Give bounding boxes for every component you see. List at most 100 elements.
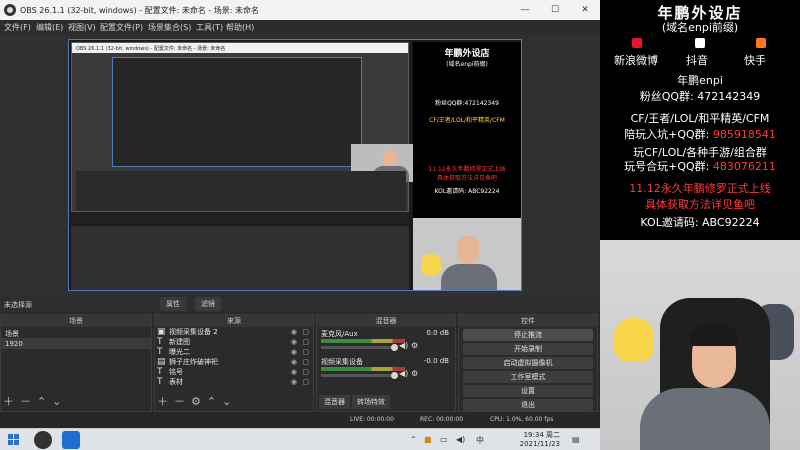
webcam-feed	[600, 240, 800, 450]
lock-icon[interactable]: ▢	[302, 347, 309, 357]
eye-icon[interactable]: ◉	[291, 327, 297, 337]
move-up-icon[interactable]: ⌃	[37, 395, 46, 408]
close-button[interactable]: ✕	[570, 0, 600, 20]
browser-icon[interactable]	[62, 431, 80, 449]
network-icon[interactable]: ▭	[440, 435, 448, 444]
source-item[interactable]: T 表材 ◉ ▢	[155, 377, 313, 387]
window-title: OBS 26.1.1 (32-bit, windows) - 配置文件: 未命名…	[20, 6, 260, 15]
menu-scene-collection[interactable]: 场景集合(S)	[148, 22, 191, 33]
title-bar[interactable]: OBS 26.1.1 (32-bit, windows) - 配置文件: 未命名…	[0, 0, 600, 20]
eye-icon[interactable]: ◉	[291, 337, 297, 347]
tray-arrow-icon[interactable]: ⌃	[410, 435, 417, 444]
lock-icon[interactable]: ▢	[302, 377, 309, 387]
menu-file[interactable]: 文件(F)	[4, 22, 31, 33]
channel-db: 0.0 dB	[426, 329, 449, 337]
controls-dock: 控件 停止推流 开始录制 启动虚拟摄像机 工作室模式 设置 退出	[458, 314, 598, 412]
clock-time: 19:34 周二	[523, 431, 560, 439]
stream-overlay-panel: 年鹏外设店 (域名enpi前缀) 新浪微博 抖音 快手 年鹏enpi 粉丝QQ群…	[600, 0, 800, 240]
scene-item-selected[interactable]: 1920	[1, 338, 151, 349]
speaker-icon[interactable]: ◀)	[399, 369, 408, 378]
platform-kuaishou: 快手	[744, 54, 766, 67]
preview-line5: 11.12永久年鹏修罗正式上线	[428, 166, 506, 173]
clock-date: 2021/11/23	[519, 440, 560, 448]
virtual-camera-button[interactable]: 启动虚拟摄像机	[463, 357, 593, 369]
text-icon: T	[157, 377, 163, 387]
eye-icon[interactable]: ◉	[291, 347, 297, 357]
exit-button[interactable]: 退出	[463, 399, 593, 411]
streamer-name: 年鹏enpi	[677, 74, 723, 87]
minimize-button[interactable]: —	[510, 0, 540, 20]
obs-window: OBS 26.1.1 (32-bit, windows) - 配置文件: 未命名…	[0, 0, 600, 428]
preview-pikachu	[421, 254, 441, 276]
person-hair	[690, 324, 738, 346]
add-source-icon[interactable]: ＋	[157, 395, 168, 408]
image-icon: ▤	[157, 357, 166, 367]
taskbar: ⌃ ■ ▭ ◀) 中 19:34 周二 2021/11/23 ▤	[0, 428, 600, 450]
settings-button[interactable]: 设置	[463, 385, 593, 397]
kuaishou-icon	[756, 38, 766, 48]
move-down-icon[interactable]: ⌄	[222, 395, 231, 408]
remove-source-icon[interactable]: －	[174, 395, 185, 408]
maximize-button[interactable]: ☐	[540, 0, 570, 20]
lock-icon[interactable]: ▢	[302, 367, 309, 377]
obs-icon[interactable]	[34, 431, 52, 449]
menu-tools[interactable]: 工具(T)	[196, 22, 223, 33]
move-up-icon[interactable]: ⌃	[207, 395, 216, 408]
add-scene-icon[interactable]: ＋	[3, 395, 14, 408]
studio-mode-button[interactable]: 工作室模式	[463, 371, 593, 383]
tab-transitions[interactable]: 转场特效	[352, 395, 390, 409]
remove-scene-icon[interactable]: －	[20, 395, 31, 408]
move-down-icon[interactable]: ⌄	[52, 395, 61, 408]
volume-icon[interactable]: ◀)	[456, 435, 465, 444]
properties-button[interactable]: 属性	[160, 297, 186, 311]
menu-bar: 文件(F) 编辑(E) 视图(V) 配置文件(P) 场景集合(S) 工具(T) …	[0, 20, 600, 34]
eye-icon[interactable]: ◉	[291, 377, 297, 387]
fans-qq-line: 粉丝QQ群: 472142349	[639, 90, 761, 103]
menu-edit[interactable]: 编辑(E)	[36, 22, 63, 33]
menu-help[interactable]: 帮助(H)	[226, 22, 254, 33]
preview-nested-title: OBS 26.1.1 (32-bit, windows) - 配置文件: 未命名…	[72, 43, 408, 53]
stop-streaming-button[interactable]: 停止推流	[463, 329, 593, 341]
ime-indicator[interactable]: 中	[476, 435, 484, 446]
mixer-dock: 混音器 麦克风/Aux 0.0 dB ◀) ⚙ 视频采集设备 -0.0 dB ◀…	[316, 314, 456, 412]
mixer-channel: 麦克风/Aux 0.0 dB ◀) ⚙	[317, 327, 455, 355]
channel-name: 麦克风/Aux	[321, 330, 358, 338]
pikachu-plush	[614, 318, 654, 362]
source-item[interactable]: T 新建图 ◉ ▢	[155, 337, 313, 347]
tray-app-icon[interactable]: ■	[424, 435, 432, 444]
speaker-icon[interactable]: ◀)	[399, 341, 408, 350]
preview-canvas[interactable]: OBS 26.1.1 (32-bit, windows) - 配置文件: 未命名…	[68, 39, 522, 291]
start-recording-button[interactable]: 开始录制	[463, 343, 593, 355]
preview-nested-canvas	[112, 57, 431, 182]
text-icon: T	[157, 337, 163, 347]
notification-icon[interactable]: ▤	[572, 435, 580, 444]
source-item[interactable]: T 铭号 ◉ ▢	[155, 367, 313, 377]
volume-slider[interactable]	[321, 344, 398, 351]
account-line: 玩号合玩+QQ群: 483076211	[624, 160, 776, 173]
menu-profile[interactable]: 配置文件(P)	[100, 22, 143, 33]
menu-view[interactable]: 视图(V)	[68, 22, 96, 33]
cpu-fps: CPU: 1.0%, 60.00 fps	[490, 416, 554, 423]
source-item[interactable]: T 曝光二 ◉ ▢	[155, 347, 313, 357]
filters-button[interactable]: 滤镜	[195, 297, 221, 311]
weibo-icon	[632, 38, 642, 48]
preview-line1: CF/王者/LOL/和平精英/CFM	[429, 117, 505, 124]
lock-icon[interactable]: ▢	[302, 327, 309, 337]
lock-icon[interactable]: ▢	[302, 357, 309, 367]
lock-icon[interactable]: ▢	[302, 337, 309, 347]
eye-icon[interactable]: ◉	[291, 357, 297, 367]
shop-subtitle: (域名enpi前缀)	[661, 21, 739, 34]
volume-slider[interactable]	[321, 372, 398, 379]
eye-icon[interactable]: ◉	[291, 367, 297, 377]
status-bar: LIVE: 00:00:00 REC: 00:00:00 CPU: 1.0%, …	[0, 412, 600, 428]
source-item[interactable]: ▤ 狮子庄炸破神祀 ◉ ▢	[155, 357, 313, 367]
gear-icon[interactable]: ⚙	[191, 395, 201, 408]
gear-icon[interactable]: ⚙	[411, 341, 418, 350]
clock[interactable]: 19:34 周二 2021/11/23	[520, 431, 560, 449]
preview-fans: 粉丝QQ群:472142349	[435, 100, 499, 107]
tab-mixer[interactable]: 混音器	[319, 395, 350, 409]
gear-icon[interactable]: ⚙	[411, 369, 418, 378]
source-item[interactable]: ▣ 视频采集设备 2 ◉ ▢	[155, 327, 313, 337]
scene-item[interactable]: 场景	[1, 327, 151, 338]
windows-start-icon[interactable]	[8, 434, 20, 446]
